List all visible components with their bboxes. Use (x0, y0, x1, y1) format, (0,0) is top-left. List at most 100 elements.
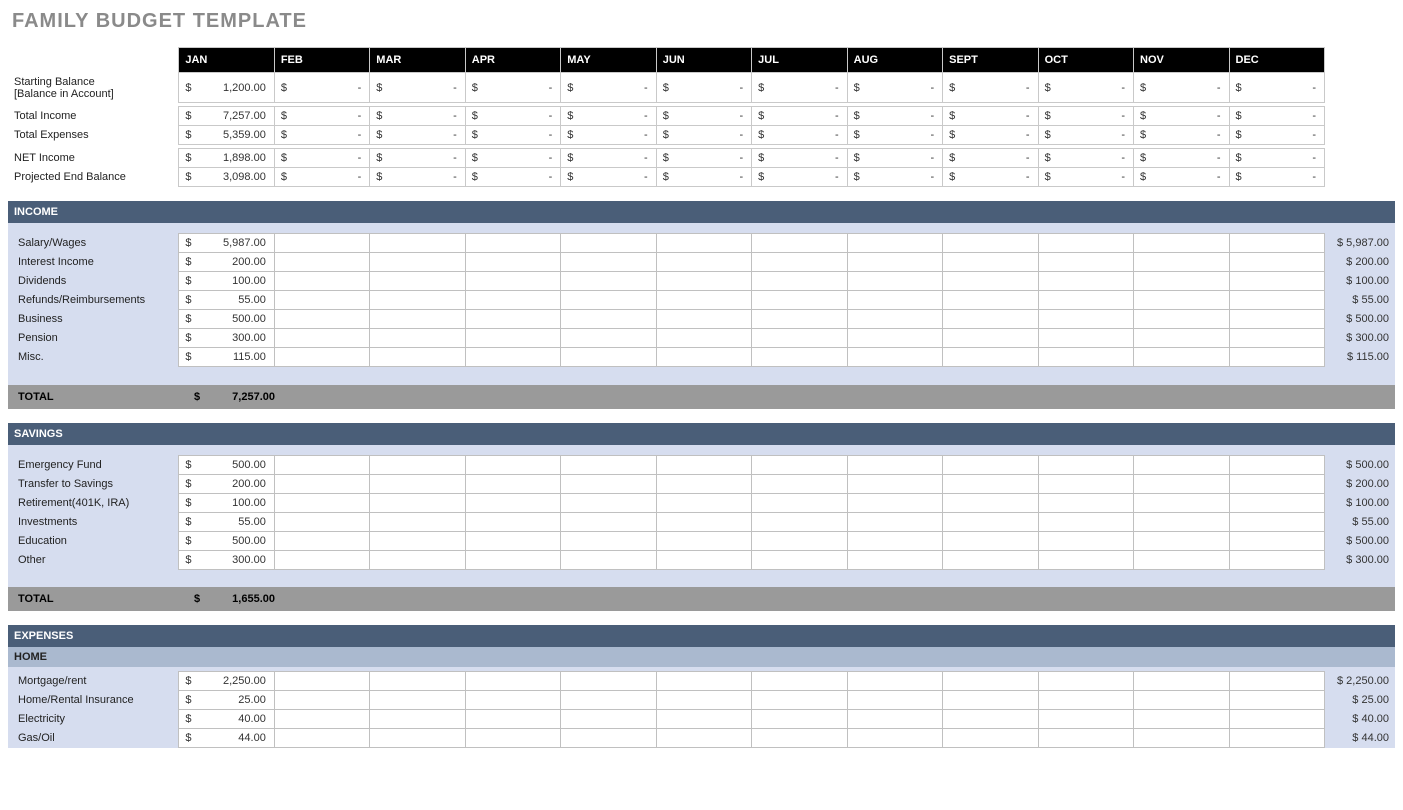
money-cell[interactable] (1134, 493, 1229, 512)
money-cell[interactable] (274, 329, 369, 348)
money-cell[interactable] (656, 672, 751, 691)
money-cell[interactable] (370, 691, 465, 710)
money-cell[interactable]: $- (465, 73, 560, 103)
money-cell[interactable] (274, 550, 369, 569)
money-cell[interactable] (561, 455, 656, 474)
money-cell[interactable] (274, 672, 369, 691)
money-cell[interactable] (274, 310, 369, 329)
money-cell[interactable] (465, 493, 560, 512)
money-cell[interactable] (370, 455, 465, 474)
money-cell[interactable]: $- (656, 149, 751, 168)
money-cell[interactable] (561, 729, 656, 748)
money-cell[interactable] (847, 512, 942, 531)
money-cell[interactable] (1229, 291, 1324, 310)
money-cell[interactable] (561, 291, 656, 310)
money-cell[interactable] (370, 310, 465, 329)
money-cell[interactable] (1134, 234, 1229, 253)
money-cell[interactable] (274, 234, 369, 253)
money-cell[interactable]: $- (847, 73, 942, 103)
money-cell[interactable] (561, 474, 656, 493)
money-cell[interactable] (274, 691, 369, 710)
money-cell[interactable] (274, 474, 369, 493)
money-cell[interactable] (1229, 329, 1324, 348)
money-cell[interactable] (943, 493, 1038, 512)
money-cell[interactable]: $- (1229, 107, 1324, 126)
money-cell[interactable] (561, 672, 656, 691)
money-cell[interactable] (465, 329, 560, 348)
money-cell[interactable] (1038, 272, 1133, 291)
money-cell[interactable]: $3,098.00 (179, 168, 274, 187)
money-cell[interactable] (943, 291, 1038, 310)
money-cell[interactable] (370, 348, 465, 367)
money-cell[interactable]: $- (274, 107, 369, 126)
money-cell[interactable]: $1,898.00 (179, 149, 274, 168)
money-cell[interactable]: $1,200.00 (179, 73, 274, 103)
money-cell[interactable] (561, 348, 656, 367)
money-cell[interactable] (847, 348, 942, 367)
money-cell[interactable] (943, 348, 1038, 367)
money-cell[interactable]: $- (1038, 107, 1133, 126)
money-cell[interactable] (1229, 531, 1324, 550)
money-cell[interactable] (847, 550, 942, 569)
money-cell[interactable] (370, 474, 465, 493)
money-cell[interactable] (1038, 493, 1133, 512)
money-cell[interactable] (1134, 455, 1229, 474)
money-cell[interactable] (752, 253, 847, 272)
money-cell[interactable]: $500.00 (179, 310, 274, 329)
money-cell[interactable]: $- (561, 73, 656, 103)
money-cell[interactable] (465, 550, 560, 569)
money-cell[interactable]: $- (752, 107, 847, 126)
money-cell[interactable] (370, 253, 465, 272)
money-cell[interactable] (561, 272, 656, 291)
money-cell[interactable] (465, 234, 560, 253)
money-cell[interactable] (752, 329, 847, 348)
money-cell[interactable] (274, 348, 369, 367)
money-cell[interactable]: $- (656, 168, 751, 187)
money-cell[interactable] (561, 531, 656, 550)
money-cell[interactable] (465, 291, 560, 310)
money-cell[interactable]: $- (465, 107, 560, 126)
money-cell[interactable]: $- (1134, 107, 1229, 126)
money-cell[interactable] (752, 493, 847, 512)
money-cell[interactable]: $- (943, 168, 1038, 187)
money-cell[interactable] (561, 493, 656, 512)
money-cell[interactable] (1229, 710, 1324, 729)
money-cell[interactable] (1134, 691, 1229, 710)
money-cell[interactable] (561, 512, 656, 531)
money-cell[interactable]: $- (274, 73, 369, 103)
money-cell[interactable] (656, 291, 751, 310)
money-cell[interactable] (943, 234, 1038, 253)
money-cell[interactable] (1229, 550, 1324, 569)
money-cell[interactable] (847, 310, 942, 329)
money-cell[interactable]: $- (465, 149, 560, 168)
money-cell[interactable]: $- (1038, 73, 1133, 103)
money-cell[interactable] (656, 729, 751, 748)
money-cell[interactable] (561, 310, 656, 329)
money-cell[interactable] (752, 710, 847, 729)
money-cell[interactable] (561, 234, 656, 253)
money-cell[interactable] (1229, 512, 1324, 531)
money-cell[interactable] (1134, 710, 1229, 729)
money-cell[interactable]: $5,359.00 (179, 126, 274, 145)
money-cell[interactable] (561, 691, 656, 710)
money-cell[interactable] (752, 234, 847, 253)
money-cell[interactable] (1134, 272, 1229, 291)
money-cell[interactable] (1229, 310, 1324, 329)
money-cell[interactable] (370, 672, 465, 691)
money-cell[interactable] (656, 512, 751, 531)
money-cell[interactable]: $- (561, 107, 656, 126)
money-cell[interactable] (1038, 691, 1133, 710)
money-cell[interactable] (656, 531, 751, 550)
money-cell[interactable] (274, 710, 369, 729)
money-cell[interactable]: $- (274, 149, 369, 168)
money-cell[interactable] (465, 455, 560, 474)
money-cell[interactable] (561, 710, 656, 729)
money-cell[interactable] (370, 291, 465, 310)
money-cell[interactable]: $200.00 (179, 474, 274, 493)
money-cell[interactable] (847, 729, 942, 748)
money-cell[interactable] (465, 272, 560, 291)
money-cell[interactable]: $- (656, 126, 751, 145)
money-cell[interactable] (943, 691, 1038, 710)
money-cell[interactable] (847, 474, 942, 493)
money-cell[interactable] (1038, 672, 1133, 691)
